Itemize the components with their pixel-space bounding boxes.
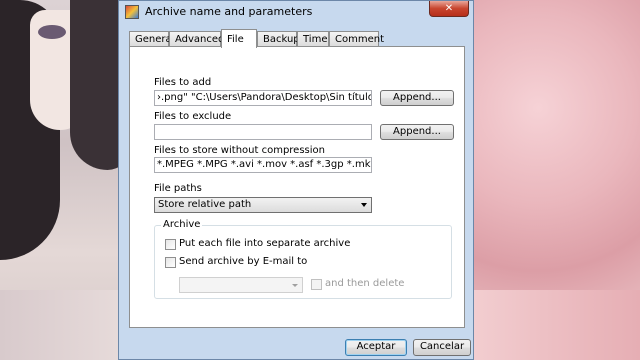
tab-time[interactable]: Time	[297, 31, 329, 46]
files-to-store-input[interactable]: *.MPEG *.MPG *.avi *.mov *.asf *.3gp *.m…	[154, 157, 372, 173]
archive-dialog: Archive name and parameters ✕ General Ad…	[118, 0, 474, 360]
files-to-add-append-button[interactable]: Append...	[380, 90, 454, 106]
file-tab-panel: Files to add ›.png" "C:\Users\Pandora\De…	[129, 46, 465, 328]
files-to-add-label: Files to add	[154, 77, 212, 88]
file-paths-select[interactable]: Store relative path	[154, 197, 372, 213]
wallpaper-eye	[38, 25, 66, 39]
close-icon: ✕	[444, 3, 454, 14]
files-to-store-label: Files to store without compression	[154, 145, 325, 156]
archive-group-title: Archive	[161, 219, 203, 230]
send-email-checkbox[interactable]	[165, 257, 176, 268]
title-bar[interactable]: Archive name and parameters ✕	[119, 1, 473, 23]
send-email-label[interactable]: Send archive by E-mail to	[179, 256, 307, 267]
then-delete-checkbox	[311, 279, 322, 290]
archive-app-icon	[125, 5, 139, 19]
files-to-exclude-input[interactable]	[154, 124, 372, 140]
file-paths-label: File paths	[154, 183, 202, 194]
dropdown-arrow-icon	[361, 203, 367, 207]
files-to-add-input[interactable]: ›.png" "C:\Users\Pandora\Desktop\Sin tít…	[154, 90, 372, 106]
file-paths-selected-value: Store relative path	[158, 199, 252, 210]
email-address-combo	[179, 277, 303, 293]
close-button[interactable]: ✕	[429, 1, 469, 17]
tab-comment[interactable]: Comment	[329, 31, 384, 46]
then-delete-label: and then delete	[325, 278, 405, 289]
put-each-file-label[interactable]: Put each file into separate archive	[179, 238, 350, 249]
tab-general[interactable]: General	[129, 31, 174, 46]
dropdown-arrow-icon	[292, 284, 298, 287]
cancel-button[interactable]: Cancelar	[413, 339, 471, 356]
window-title: Archive name and parameters	[145, 5, 313, 18]
tab-advanced[interactable]: Advanced	[169, 31, 224, 46]
files-to-exclude-append-button[interactable]: Append...	[380, 124, 454, 140]
tab-backup[interactable]: Backup	[257, 31, 300, 46]
put-each-file-checkbox[interactable]	[165, 239, 176, 250]
files-to-exclude-label: Files to exclude	[154, 111, 232, 122]
archive-groupbox: Archive Put each file into separate arch…	[154, 219, 452, 299]
tab-file[interactable]: File	[221, 29, 257, 48]
ok-button[interactable]: Aceptar	[345, 339, 407, 356]
